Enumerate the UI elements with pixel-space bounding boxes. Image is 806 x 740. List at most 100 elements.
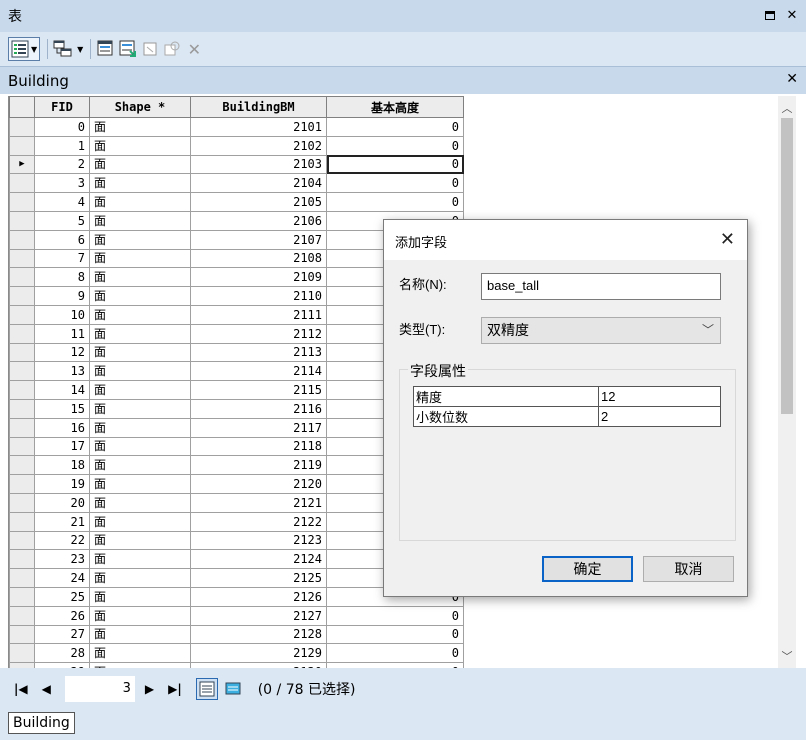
row-selector[interactable] [9,380,35,400]
cell-shape[interactable]: 面 [89,380,191,400]
row-selector[interactable] [9,323,35,344]
related-tables-button[interactable]: ▼ [53,37,83,61]
cell-fid[interactable]: 0 [34,117,90,137]
cell-shape[interactable]: 面 [89,173,191,194]
table-row[interactable]: 26 面 2127 0 [9,605,464,626]
row-selector[interactable] [9,530,35,551]
cell-buildingbm[interactable]: 2123 [190,530,327,551]
cell-buildingbm[interactable]: 2112 [190,323,327,344]
cell-buildingbm[interactable]: 2128 [190,624,327,645]
cell-fid[interactable]: 2 [34,154,90,175]
row-selector[interactable] [9,135,35,156]
cell-fid[interactable]: 3 [34,173,90,194]
scroll-down-icon[interactable]: ﹀ [778,648,796,666]
cell-base-height[interactable]: 0 [326,605,464,626]
cell-fid[interactable]: 9 [34,286,90,306]
cell-buildingbm[interactable]: 2127 [190,605,327,626]
cell-shape[interactable]: 面 [89,455,191,476]
cell-buildingbm[interactable]: 2108 [190,248,327,269]
row-selector[interactable] [9,417,35,438]
cell-buildingbm[interactable]: 2122 [190,511,327,532]
cell-buildingbm[interactable]: 2114 [190,361,327,382]
cell-base-height[interactable]: 0 [326,117,464,137]
scroll-up-icon[interactable]: ︿ [778,100,796,118]
select-by-attributes-button[interactable] [96,39,116,59]
cell-fid[interactable]: 25 [34,586,90,607]
row-selector[interactable] [9,304,35,325]
cell-fid[interactable]: 26 [34,605,90,626]
cell-fid[interactable]: 16 [34,417,90,438]
row-selector[interactable] [9,342,35,363]
table-row[interactable]: 0 面 2101 0 [9,117,464,137]
row-selector[interactable] [9,210,35,231]
cell-fid[interactable]: 5 [34,210,90,231]
last-record-button[interactable]: ▶| [168,682,182,696]
cell-shape[interactable]: 面 [89,605,191,626]
scroll-thumb[interactable] [781,118,793,414]
cell-buildingbm[interactable]: 2129 [190,643,327,664]
cell-base-height[interactable]: 0 [326,624,464,645]
cell-buildingbm[interactable]: 2104 [190,173,327,194]
cell-shape[interactable]: 面 [89,210,191,231]
cell-shape[interactable]: 面 [89,530,191,551]
cell-shape[interactable]: 面 [89,361,191,382]
cell-fid[interactable]: 10 [34,304,90,325]
cell-fid[interactable]: 13 [34,361,90,382]
cell-fid[interactable]: 28 [34,643,90,664]
row-selector[interactable] [9,474,35,494]
row-selector[interactable] [9,286,35,306]
cell-shape[interactable]: 面 [89,643,191,664]
cell-fid[interactable]: 8 [34,267,90,288]
row-selector[interactable] [9,511,35,532]
cell-buildingbm[interactable]: 2111 [190,304,327,325]
cell-buildingbm[interactable]: 2119 [190,455,327,476]
cell-shape[interactable]: 面 [89,229,191,250]
cell-base-height[interactable]: 0 [326,154,464,175]
cell-buildingbm[interactable]: 2115 [190,380,327,400]
tab-building[interactable]: Building [8,712,75,734]
row-selector[interactable] [9,229,35,250]
row-selector[interactable] [9,586,35,607]
cell-base-height[interactable]: 0 [326,135,464,156]
cell-buildingbm[interactable]: 2106 [190,210,327,231]
table-options-button[interactable]: ▼ [8,37,41,61]
cell-buildingbm[interactable]: 2110 [190,286,327,306]
cell-buildingbm[interactable]: 2125 [190,568,327,588]
cell-fid[interactable]: 20 [34,492,90,513]
table-row[interactable]: ▶ 2 面 2103 0 [9,154,464,175]
ok-button[interactable]: 确定 [542,556,633,582]
cell-base-height[interactable]: 0 [326,643,464,664]
cell-shape[interactable]: 面 [89,417,191,438]
cell-buildingbm[interactable]: 2118 [190,436,327,457]
cell-buildingbm[interactable]: 2124 [190,549,327,570]
row-selector[interactable] [9,568,35,588]
restore-button[interactable] [762,7,778,23]
delete-selected-button[interactable]: ✕ [184,39,204,59]
cell-buildingbm[interactable]: 2116 [190,398,327,419]
property-value[interactable]: 12 [598,386,721,407]
cancel-button[interactable]: 取消 [643,556,734,582]
select-all-header[interactable] [9,96,35,118]
cell-fid[interactable]: 11 [34,323,90,344]
cell-shape[interactable]: 面 [89,474,191,494]
row-selector[interactable] [9,248,35,269]
column-header-fid[interactable]: FID [34,96,90,118]
cell-shape[interactable]: 面 [89,286,191,306]
row-selector[interactable] [9,361,35,382]
cell-shape[interactable]: 面 [89,586,191,607]
row-selector[interactable] [9,267,35,288]
cell-fid[interactable]: 27 [34,624,90,645]
first-record-button[interactable]: |◀ [14,682,28,696]
previous-record-button[interactable]: ◀ [42,682,51,696]
field-name-input[interactable]: base_tall [481,273,721,300]
cell-shape[interactable]: 面 [89,511,191,532]
cell-buildingbm[interactable]: 2109 [190,267,327,288]
window-close-button[interactable]: ✕ [784,7,800,23]
row-selector[interactable] [9,398,35,419]
column-header-base-height[interactable]: 基本高度 [326,96,464,118]
row-selector[interactable] [9,643,35,664]
cell-shape[interactable]: 面 [89,304,191,325]
cell-buildingbm[interactable]: 2102 [190,135,327,156]
table-row[interactable]: 1 面 2102 0 [9,135,464,156]
cell-base-height[interactable]: 0 [326,192,464,212]
